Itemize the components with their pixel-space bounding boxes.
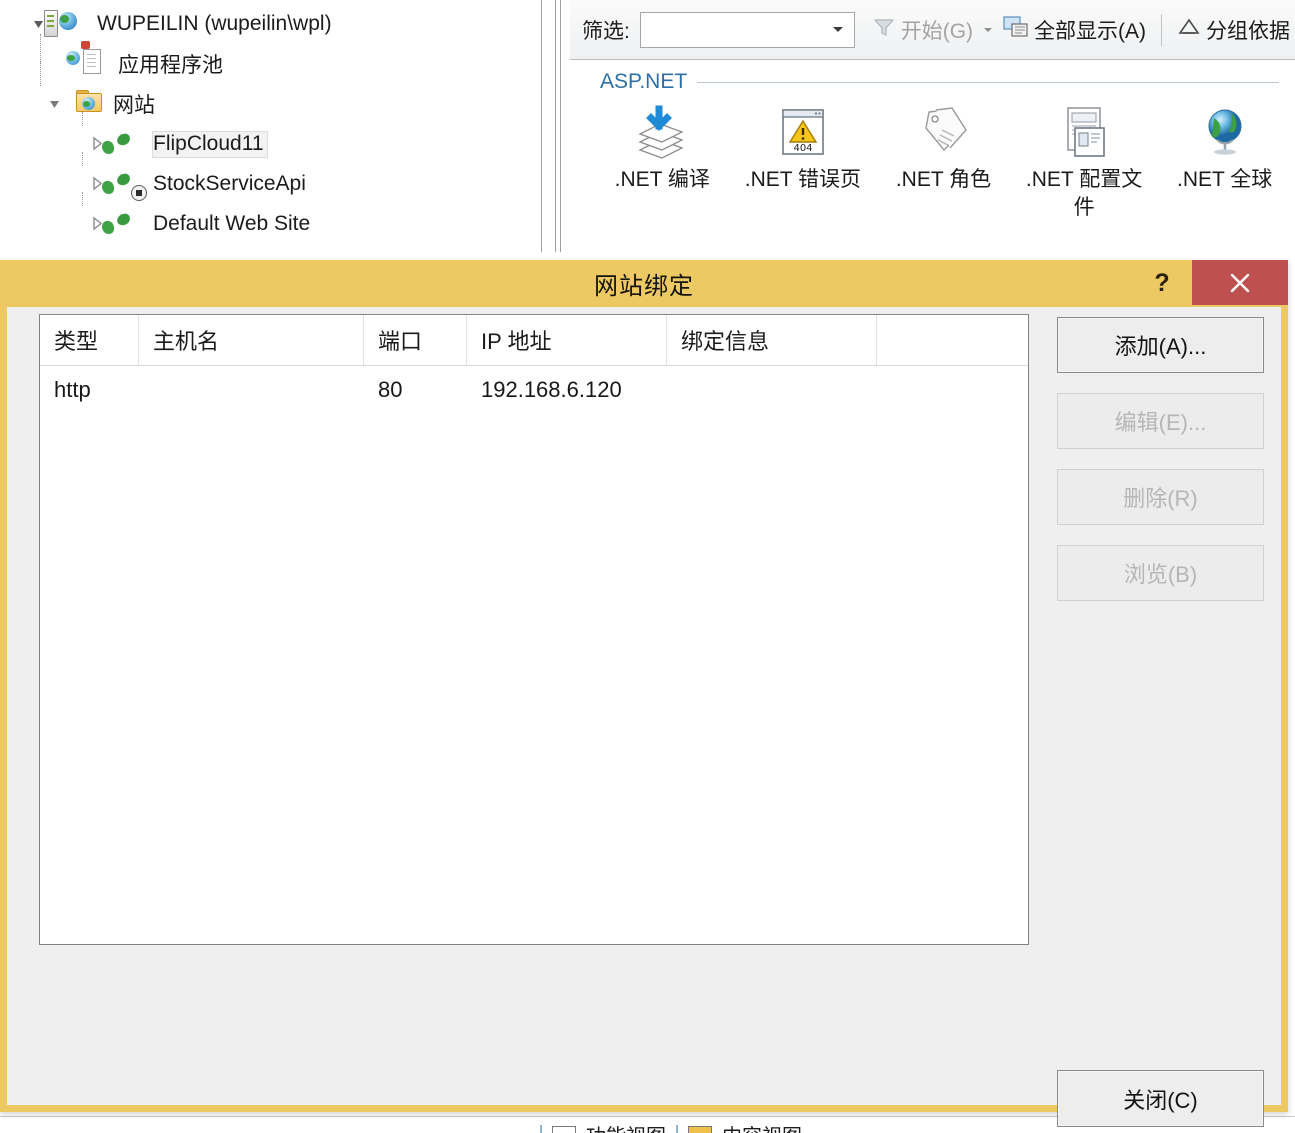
feature-content-pane: 筛选: 开始(G) 全部显示(A) 分组依据 ASP.NET .NET 编译 4… <box>570 0 1295 252</box>
tree-item-server[interactable]: WUPEILIN (wupeilin\wpl) <box>6 4 536 44</box>
remove-binding-button: 删除(R) <box>1057 469 1264 525</box>
website-globe-stopped-icon <box>115 169 147 201</box>
cell-ip: 192.168.6.120 <box>481 377 622 402</box>
dialog-body: 类型 主机名 端口 IP 地址 绑定信息 http 80 192.168.6.1… <box>7 314 1281 1127</box>
tree-item-default-web-site-label: Default Web Site <box>153 211 311 235</box>
tree-item-flipcloud11[interactable]: FlipCloud11 <box>6 112 536 164</box>
edit-binding-button: 编辑(E)... <box>1057 393 1264 449</box>
website-globe-icon <box>115 209 145 239</box>
connections-tree-pane[interactable]: WUPEILIN (wupeilin\wpl) 应用程序池 网站 FlipClo… <box>0 0 537 252</box>
feature-tile-label: .NET 全球 <box>1177 168 1273 191</box>
table-row[interactable]: http 80 192.168.6.120 <box>40 366 1028 414</box>
section-divider <box>697 81 1279 83</box>
feature-tile-label: .NET 错误页 <box>744 168 862 191</box>
feature-tile-net-compilation[interactable]: .NET 编译 <box>592 102 733 223</box>
show-all-icon <box>1003 15 1029 45</box>
column-header-blank[interactable] <box>877 315 1028 365</box>
help-button[interactable]: ? <box>1140 260 1184 307</box>
chevron-down-icon[interactable] <box>832 27 843 32</box>
tree-connector <box>82 112 83 126</box>
feature-tile-net-roles[interactable]: .NET 角色 <box>873 102 1014 223</box>
add-binding-button[interactable]: 添加(A)... <box>1057 317 1264 373</box>
content-view-icon <box>688 1125 712 1133</box>
feature-tile-label: .NET 角色 <box>895 168 992 191</box>
column-header-type[interactable]: 类型 <box>40 315 139 365</box>
dialog-title-bar[interactable]: 网站绑定 ? <box>0 260 1288 307</box>
feature-tile-net-globalization[interactable]: .NET 全球 <box>1154 102 1295 223</box>
bindings-list[interactable]: 类型 主机名 端口 IP 地址 绑定信息 http 80 192.168.6.1… <box>39 314 1029 945</box>
tree-connector <box>40 62 41 86</box>
feature-view-tab[interactable]: 功能视图 <box>586 1120 666 1133</box>
net-roles-icon <box>914 102 972 164</box>
website-globe-icon <box>115 129 145 159</box>
site-bindings-dialog: 网站绑定 ? 类型 主机名 端口 IP 地址 绑定信息 http 80 192.… <box>0 260 1288 1127</box>
close-dialog-button[interactable]: 关闭(C) <box>1057 1070 1264 1127</box>
svg-text:404: 404 <box>793 143 812 154</box>
tree-item-server-label: WUPEILIN (wupeilin\wpl) <box>97 11 332 35</box>
net-profile-icon <box>1055 102 1113 164</box>
bindings-list-header: 类型 主机名 端口 IP 地址 绑定信息 <box>40 315 1028 366</box>
tree-item-sites[interactable]: 网站 <box>6 62 536 124</box>
status-divider <box>676 1124 678 1133</box>
dialog-action-buttons: 添加(A)... 编辑(E)... 删除(R) 浏览(B) <box>1057 317 1264 621</box>
feature-tile-label: .NET 编译 <box>614 168 710 191</box>
feature-tile-net-error-pages[interactable]: 404 .NET 错误页 <box>733 102 874 223</box>
cell-type: http <box>54 377 91 402</box>
feature-tile-net-profile[interactable]: .NET 配置文 件 <box>1014 102 1155 223</box>
dialog-close-button-wrap: 关闭(C) <box>1057 1070 1264 1127</box>
group-by-label: 分组依据 <box>1206 19 1290 43</box>
close-icon <box>1230 273 1250 292</box>
funnel-icon <box>872 15 896 45</box>
show-all-button[interactable]: 全部显示(A) <box>998 12 1151 48</box>
net-compilation-icon <box>632 102 692 164</box>
filter-toolbar: 筛选: 开始(G) 全部显示(A) 分组依据 <box>570 0 1295 60</box>
column-header-info[interactable]: 绑定信息 <box>667 315 877 365</box>
tree-item-flipcloud11-label: FlipCloud11 <box>152 130 268 158</box>
aspnet-section-header: ASP.NET <box>570 60 1295 94</box>
stopped-badge-icon <box>131 185 147 201</box>
filter-label: 筛选: <box>582 19 630 43</box>
column-header-ip[interactable]: IP 地址 <box>467 315 667 365</box>
tree-item-stockserviceapi-label: StockServiceApi <box>153 171 306 195</box>
net-globalization-icon <box>1196 102 1254 164</box>
start-filter-button[interactable]: 开始(G) <box>867 12 978 48</box>
filter-input[interactable] <box>639 11 855 48</box>
toolbar-divider <box>1161 13 1162 46</box>
close-button[interactable] <box>1192 260 1288 305</box>
tree-connector <box>40 34 41 64</box>
dialog-title: 网站绑定 <box>594 273 694 300</box>
cell-port: 80 <box>378 377 403 402</box>
tree-connector <box>82 192 83 206</box>
group-by-icon <box>1177 15 1201 45</box>
tree-item-default-web-site[interactable]: Default Web Site <box>6 192 536 244</box>
content-view-tab[interactable]: 内容视图 <box>722 1120 802 1133</box>
tree-item-application-pools[interactable]: 应用程序池 <box>6 34 536 84</box>
status-divider <box>540 1124 542 1133</box>
tree-item-stockserviceapi[interactable]: StockServiceApi <box>6 152 536 204</box>
application-pools-icon <box>66 41 110 79</box>
show-all-label: 全部显示(A) <box>1034 19 1147 43</box>
column-header-host[interactable]: 主机名 <box>139 315 364 365</box>
feature-tile-label: .NET 配置文 件 <box>1025 168 1143 220</box>
tree-connector <box>82 152 83 166</box>
aspnet-section-title: ASP.NET <box>600 70 688 93</box>
server-icon <box>44 9 89 39</box>
pane-splitter[interactable] <box>536 0 570 252</box>
sites-folder-icon <box>75 89 105 119</box>
group-by-button[interactable]: 分组依据 <box>1172 12 1295 48</box>
net-error-pages-icon: 404 <box>775 102 831 164</box>
chevron-down-icon[interactable] <box>46 95 64 113</box>
tree-item-application-pools-label: 应用程序池 <box>118 53 223 77</box>
start-filter-label: 开始(G) <box>900 19 974 43</box>
browse-binding-button: 浏览(B) <box>1057 545 1264 601</box>
tree-item-sites-label: 网站 <box>113 93 155 117</box>
column-header-port[interactable]: 端口 <box>364 315 467 365</box>
feature-view-icon <box>552 1125 576 1133</box>
feature-icon-grid: .NET 编译 404 .NET 错误页 .NET 角色 .NET 配置文 件 … <box>570 94 1295 223</box>
chevron-down-icon[interactable] <box>984 27 993 32</box>
